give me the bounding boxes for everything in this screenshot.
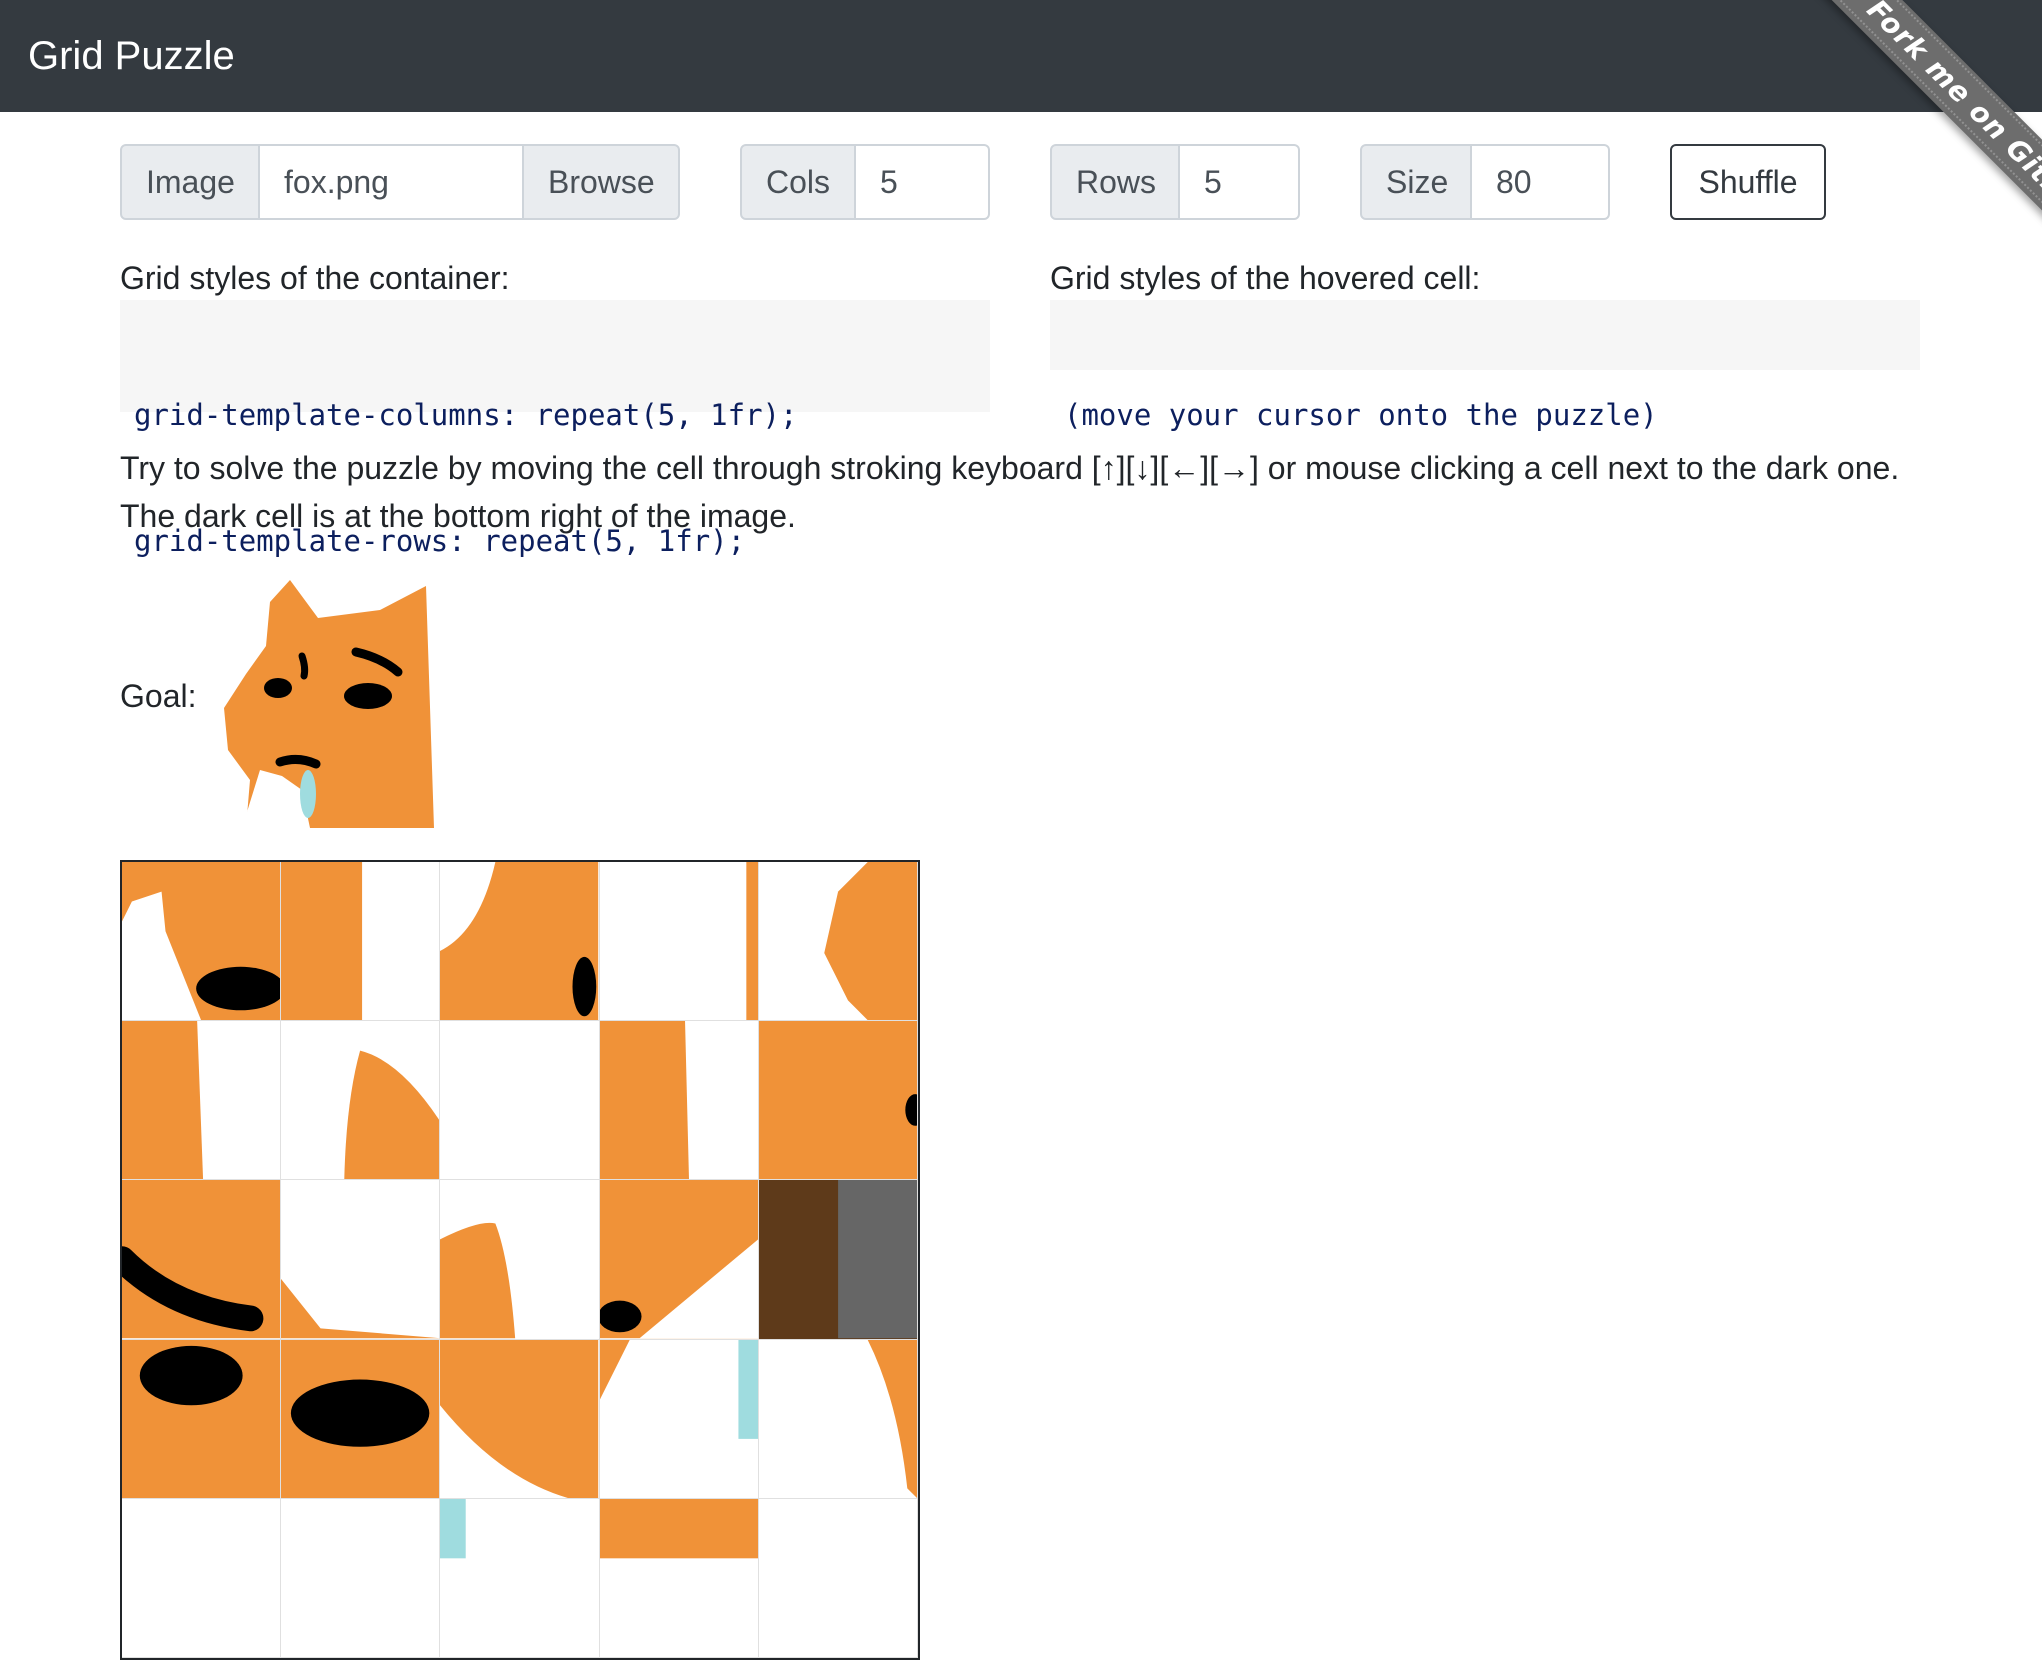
- puzzle-cell[interactable]: [440, 1180, 600, 1340]
- puzzle-cell[interactable]: [599, 1180, 759, 1340]
- puzzle-cell[interactable]: [281, 1180, 441, 1340]
- goal-label: Goal:: [120, 678, 197, 714]
- shuffle-button[interactable]: Shuffle: [1670, 144, 1826, 220]
- size-input-group: Size 80: [1360, 144, 1610, 220]
- puzzle-cell[interactable]: [599, 1339, 759, 1499]
- cols-input-group: Cols 5: [740, 144, 990, 220]
- puzzle-cell[interactable]: [281, 862, 441, 1022]
- hovered-styles-heading: Grid styles of the hovered cell:: [1050, 260, 1481, 296]
- puzzle-cell[interactable]: [758, 1498, 918, 1658]
- app-title[interactable]: Grid Puzzle: [28, 30, 235, 82]
- code-line: grid-template-columns: repeat(5, 1fr);: [134, 398, 798, 432]
- puzzle-cell[interactable]: [440, 862, 600, 1022]
- browse-button[interactable]: Browse: [524, 144, 680, 220]
- container-styles-heading: Grid styles of the container:: [120, 260, 510, 296]
- image-input-group: Image fox.png Browse: [120, 144, 680, 220]
- puzzle-cell[interactable]: [440, 1021, 600, 1181]
- rows-input-group: Rows 5: [1050, 144, 1300, 220]
- instructions-text: Try to solve the puzzle by moving the ce…: [120, 450, 1900, 534]
- fork-me-link[interactable]: Fork me on GitHub: [1808, 0, 2042, 289]
- container-styles-code: grid-template-columns: repeat(5, 1fr); g…: [120, 300, 990, 558]
- puzzle-cell[interactable]: [122, 1180, 282, 1340]
- puzzle-cell[interactable]: [758, 1339, 918, 1499]
- puzzle-cell[interactable]: [599, 862, 759, 1022]
- size-input[interactable]: 80: [1472, 144, 1610, 220]
- puzzle-cell[interactable]: [122, 1021, 282, 1181]
- puzzle-cell[interactable]: [122, 1498, 282, 1658]
- code-line: (move your cursor onto the puzzle): [1064, 398, 1658, 432]
- puzzle-cell[interactable]: [440, 1339, 600, 1499]
- goal-fox-image: [224, 580, 434, 828]
- puzzle-cell[interactable]: [281, 1339, 441, 1499]
- puzzle-cell[interactable]: [599, 1498, 759, 1658]
- puzzle-cell[interactable]: [758, 1021, 918, 1181]
- rows-label: Rows: [1050, 144, 1180, 220]
- puzzle-cell[interactable]: [281, 1498, 441, 1658]
- cols-input[interactable]: 5: [856, 144, 990, 220]
- navbar: Grid Puzzle: [0, 0, 2042, 112]
- image-file-input[interactable]: fox.png: [260, 144, 524, 220]
- puzzle-cell[interactable]: [599, 1021, 759, 1181]
- cols-label: Cols: [740, 144, 856, 220]
- puzzle-cell[interactable]: [122, 1339, 282, 1499]
- dark-cell[interactable]: [758, 1180, 918, 1340]
- puzzle-cell[interactable]: [122, 862, 282, 1022]
- puzzle-cell[interactable]: [440, 1498, 600, 1658]
- puzzle-cell[interactable]: [758, 862, 918, 1022]
- size-label: Size: [1360, 144, 1472, 220]
- hovered-styles-code: (move your cursor onto the puzzle): [1050, 300, 1920, 432]
- puzzle-grid[interactable]: [120, 860, 920, 1660]
- image-label: Image: [120, 144, 260, 220]
- rows-input[interactable]: 5: [1180, 144, 1300, 220]
- puzzle-cell[interactable]: [281, 1021, 441, 1181]
